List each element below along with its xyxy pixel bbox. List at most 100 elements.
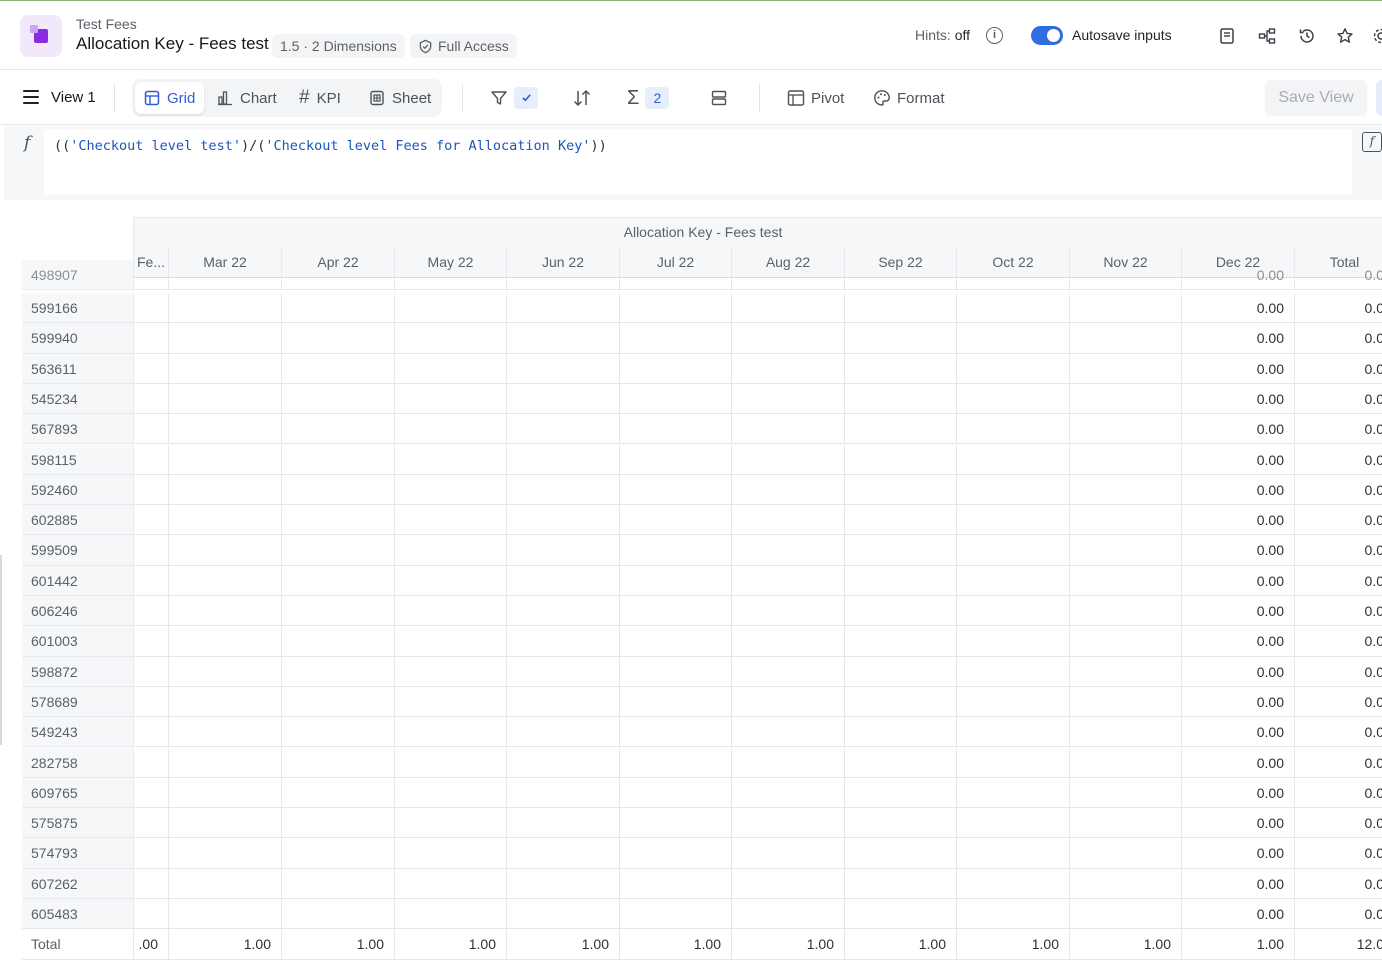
grid-cell[interactable] xyxy=(731,383,844,415)
hierarchy-icon[interactable] xyxy=(1256,25,1278,47)
grid-cell[interactable] xyxy=(281,626,394,657)
grid-cell[interactable]: 0.00 xyxy=(1181,686,1294,718)
grid-cell[interactable] xyxy=(133,596,168,627)
menu-icon[interactable] xyxy=(23,90,39,104)
grid-cell[interactable]: 0.0 xyxy=(1294,686,1382,718)
row-header[interactable]: 601003 xyxy=(22,626,134,657)
grid-cell[interactable] xyxy=(168,260,281,291)
grid-cell[interactable] xyxy=(1069,626,1181,657)
grid-cell[interactable] xyxy=(168,717,281,748)
grid-cell[interactable] xyxy=(506,596,619,627)
grid-cell[interactable] xyxy=(956,293,1069,324)
grid-cell[interactable] xyxy=(1069,686,1181,718)
grid-cell[interactable] xyxy=(1069,474,1181,506)
grid-cell[interactable] xyxy=(133,686,168,718)
grid-cell[interactable] xyxy=(281,535,394,566)
grid-cell[interactable] xyxy=(133,383,168,415)
grid-cell[interactable] xyxy=(506,353,619,384)
grid-cell[interactable] xyxy=(844,323,956,354)
grid-mode-button[interactable]: Grid xyxy=(135,82,205,114)
grid-cell[interactable] xyxy=(956,505,1069,536)
grid-cell[interactable] xyxy=(731,414,844,445)
grid-cell[interactable] xyxy=(394,777,506,809)
grid-cell[interactable] xyxy=(844,565,956,596)
grid-cell[interactable] xyxy=(168,747,281,778)
grid-cell[interactable] xyxy=(956,535,1069,566)
grid-cell[interactable] xyxy=(731,808,844,839)
grid-cell[interactable] xyxy=(1069,353,1181,384)
grid-cell[interactable] xyxy=(956,444,1069,475)
grid-cell[interactable] xyxy=(133,260,168,291)
grid-cell[interactable] xyxy=(619,686,731,718)
grid-cell[interactable] xyxy=(133,474,168,506)
grid-cell[interactable] xyxy=(844,260,956,291)
grid-cell[interactable] xyxy=(956,565,1069,596)
grid-cell[interactable] xyxy=(281,747,394,778)
grid-cell[interactable] xyxy=(844,444,956,475)
grid-cell[interactable] xyxy=(506,535,619,566)
grid-cell[interactable] xyxy=(1069,808,1181,839)
total-cell[interactable]: 1.00 xyxy=(844,929,956,960)
grid-cell[interactable] xyxy=(956,383,1069,415)
grid-cell[interactable]: 0.00 xyxy=(1181,565,1294,596)
grid-cell[interactable] xyxy=(956,686,1069,718)
grid-cell[interactable] xyxy=(844,686,956,718)
row-header[interactable]: 282758 xyxy=(22,747,134,778)
grid-cell[interactable] xyxy=(956,868,1069,899)
grid-cell[interactable] xyxy=(619,626,731,657)
grid-cell[interactable]: 0.00 xyxy=(1181,444,1294,475)
grid-cell[interactable] xyxy=(956,414,1069,445)
total-cell[interactable]: 1.00 xyxy=(168,929,281,960)
grid-cell[interactable]: 0.0 xyxy=(1294,444,1382,475)
grid-cell[interactable]: 0.00 xyxy=(1181,596,1294,627)
app-logo-icon[interactable] xyxy=(20,15,62,57)
grid-cell[interactable]: 0.00 xyxy=(1181,868,1294,899)
sheet-mode-button[interactable]: Sheet xyxy=(360,82,440,114)
grid-cell[interactable] xyxy=(168,626,281,657)
grid-cell[interactable] xyxy=(1069,596,1181,627)
grid-cell[interactable] xyxy=(619,323,731,354)
grid-cell[interactable]: 0.0 xyxy=(1294,747,1382,778)
grid-cell[interactable] xyxy=(133,414,168,445)
grid-cell[interactable]: 0.00 xyxy=(1181,260,1294,291)
grid-cell[interactable] xyxy=(731,293,844,324)
grid-cell[interactable] xyxy=(844,596,956,627)
grid-cell[interactable] xyxy=(168,505,281,536)
grid-cell[interactable] xyxy=(731,717,844,748)
grid-cell[interactable] xyxy=(506,686,619,718)
grid-cell[interactable]: 0.0 xyxy=(1294,353,1382,384)
grid-cell[interactable]: 0.0 xyxy=(1294,260,1382,291)
row-header[interactable]: 498907 xyxy=(22,260,134,291)
grid-cell[interactable] xyxy=(506,899,619,930)
grid-cell[interactable] xyxy=(731,535,844,566)
grid-cell[interactable] xyxy=(133,777,168,809)
grid-cell[interactable] xyxy=(168,353,281,384)
grid-cell[interactable] xyxy=(844,747,956,778)
grid-cell[interactable] xyxy=(506,656,619,687)
grid-cell[interactable] xyxy=(281,414,394,445)
grid-cell[interactable] xyxy=(281,808,394,839)
grid-cell[interactable] xyxy=(731,626,844,657)
save-view-button[interactable]: Save View xyxy=(1265,80,1367,116)
grid-cell[interactable]: 0.00 xyxy=(1181,717,1294,748)
grid-cell[interactable] xyxy=(133,293,168,324)
grid-cell[interactable] xyxy=(506,747,619,778)
grid-cell[interactable] xyxy=(168,293,281,324)
grid-cell[interactable] xyxy=(506,777,619,809)
grid-cell[interactable] xyxy=(281,323,394,354)
grid-cell[interactable] xyxy=(506,383,619,415)
grid-cell[interactable] xyxy=(1069,260,1181,291)
grid-cell[interactable] xyxy=(133,808,168,839)
grid-cell[interactable] xyxy=(133,353,168,384)
document-icon[interactable] xyxy=(1216,25,1238,47)
grid-cell[interactable] xyxy=(394,414,506,445)
grid-cell[interactable] xyxy=(1069,777,1181,809)
left-resize-handle[interactable] xyxy=(0,555,2,745)
grid-cell[interactable] xyxy=(619,260,731,291)
grid-cell[interactable]: 0.0 xyxy=(1294,474,1382,506)
grid-cell[interactable] xyxy=(844,383,956,415)
grid-cell[interactable] xyxy=(168,777,281,809)
grid-cell[interactable] xyxy=(619,808,731,839)
grid-cell[interactable]: 0.0 xyxy=(1294,596,1382,627)
grid-cell[interactable] xyxy=(506,838,619,869)
